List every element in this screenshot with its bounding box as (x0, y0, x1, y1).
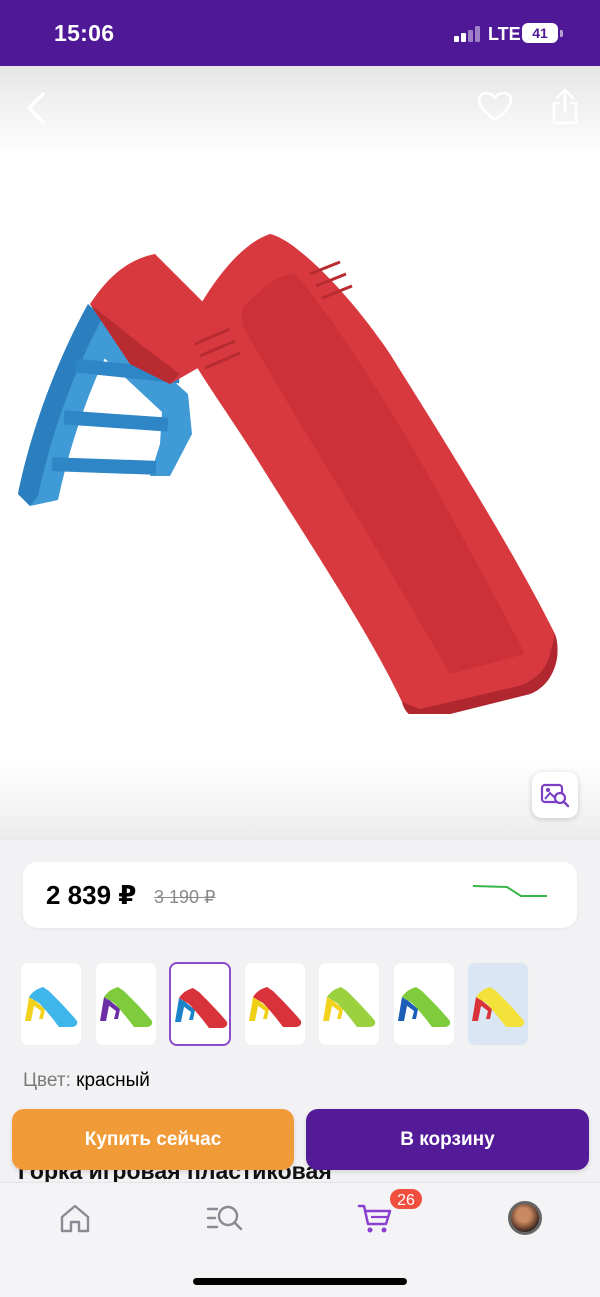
gallery-bottom-fade (0, 760, 600, 840)
variant-slide-image (25, 987, 78, 1027)
color-variants (20, 962, 580, 1046)
home-indicator (193, 1278, 407, 1285)
heart-icon (477, 91, 513, 122)
back-button[interactable] (18, 86, 54, 130)
color-selection: Цвет: красный (23, 1070, 150, 1092)
color-variant[interactable] (318, 962, 380, 1046)
color-variant[interactable] (169, 962, 231, 1046)
tab-catalog[interactable] (200, 1197, 250, 1239)
buy-now-button[interactable]: Купить сейчас (12, 1109, 294, 1170)
visual-search-button[interactable] (532, 772, 578, 818)
add-to-cart-button[interactable]: В корзину (306, 1109, 589, 1170)
variant-slide-image (472, 987, 525, 1027)
color-value: красный (76, 1070, 150, 1091)
catalog-search-icon (206, 1205, 243, 1231)
share-icon (552, 88, 578, 125)
color-variant[interactable] (244, 962, 306, 1046)
cart-icon (357, 1204, 392, 1233)
status-bar: 15:06 LTE 41 (0, 0, 600, 66)
variant-slide-image (175, 988, 228, 1028)
profile-avatar (508, 1201, 542, 1235)
variant-slide-image (100, 987, 153, 1027)
old-price: 3 190 ₽ (154, 887, 216, 907)
product-image (18, 234, 558, 714)
favorite-button[interactable] (474, 86, 516, 128)
color-label: Цвет: (23, 1070, 71, 1091)
color-variant[interactable] (393, 962, 455, 1046)
variant-slide-image (398, 987, 451, 1027)
battery-icon: 41 (522, 23, 558, 43)
color-variant[interactable] (467, 962, 529, 1046)
status-time: 15:06 (54, 20, 115, 46)
color-variant[interactable] (20, 962, 82, 1046)
tab-home[interactable] (50, 1197, 100, 1239)
tab-profile[interactable] (500, 1197, 550, 1239)
share-button[interactable] (544, 84, 586, 130)
network-type: LTE (488, 24, 521, 44)
home-icon (60, 1204, 90, 1233)
product-gallery[interactable] (0, 66, 600, 840)
color-variant[interactable] (95, 962, 157, 1046)
chevron-left-icon (27, 92, 45, 124)
variant-slide-image (249, 987, 302, 1027)
price-history-chart[interactable] (473, 882, 547, 906)
price-card[interactable]: 2 839 ₽ 3 190 ₽ (23, 862, 577, 928)
battery-cap (560, 30, 563, 37)
signal-icon (454, 26, 482, 42)
image-search-icon (540, 783, 570, 808)
cart-count-badge: 26 (388, 1187, 424, 1211)
current-price: 2 839 ₽ (46, 880, 137, 910)
variant-slide-image (323, 987, 376, 1027)
